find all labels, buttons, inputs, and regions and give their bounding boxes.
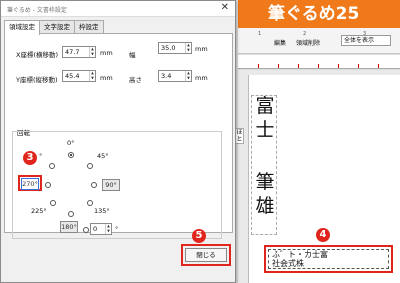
deg-225-label: 225° <box>31 207 47 215</box>
custom-angle-unit: ° <box>115 225 119 233</box>
y-coord-value: 45.4 <box>65 72 80 80</box>
y-coord-input[interactable]: 45.4 ▲ ▼ <box>62 70 96 82</box>
step-marker-5: 5 <box>192 229 206 243</box>
deg-45-label: 45° <box>97 152 109 160</box>
x-coord-value: 47.7 <box>65 48 80 56</box>
vertical-char: 士 <box>255 119 275 141</box>
close-icon[interactable]: ✕ <box>221 2 229 13</box>
custom-angle-input[interactable]: 0 ▲ ▼ <box>90 223 112 235</box>
deg-0-label: 0° <box>67 139 75 147</box>
toolbar-delete-area-button[interactable]: 領域削除 <box>296 38 320 47</box>
step-marker-3: 3 <box>23 151 37 165</box>
spin-arrows-icon[interactable]: ▲ ▼ <box>89 47 95 57</box>
height-label: 高さ <box>129 76 142 84</box>
tab-text-settings[interactable]: 文字設定 <box>39 20 75 34</box>
dialog-titlebar: 筆ぐるめ - 文書枠設定 ✕ <box>1 1 235 17</box>
x-coord-label: X座標(横移動) <box>16 51 59 59</box>
custom-angle-value: 0 <box>93 225 98 233</box>
radio-0-deg[interactable] <box>68 152 74 158</box>
height-unit: mm <box>195 74 208 82</box>
text-frame-content: ふ゛ト・カ士富 社会式株 <box>272 250 328 268</box>
ruler-tick <box>298 64 299 68</box>
step-marker-4: 4 <box>316 228 330 242</box>
x-coord-input[interactable]: 47.7 ▲ ▼ <box>62 46 96 58</box>
vertical-char: 筆 <box>255 171 275 193</box>
radio-custom-deg[interactable] <box>83 227 89 233</box>
text-frame-settings-dialog: 筆ぐるめ - 文書枠設定 ✕ 領域設定 文字設定 枠設定 X座標(横移動) 47… <box>0 0 236 283</box>
radio-270-deg[interactable] <box>45 182 51 188</box>
ruler-tick <box>338 64 339 68</box>
tab-frame-settings[interactable]: 枠設定 <box>74 20 104 34</box>
y-unit: mm <box>100 74 113 82</box>
view-select[interactable]: 全体を表示 <box>341 35 391 46</box>
ruler-tick <box>278 64 279 68</box>
dialog-tabs: 領域設定 文字設定 枠設定 <box>4 20 104 35</box>
app-brand: 筆ぐるめ25 <box>238 0 400 28</box>
height-value: 3.4 <box>161 72 172 80</box>
deg-135-label: 135° <box>94 207 110 215</box>
tab-area-settings[interactable]: 領域設定 <box>4 20 40 35</box>
text-line-1: ふ゛ト・カ士富 <box>272 250 328 259</box>
spin-arrows-icon[interactable]: ▲ ▼ <box>89 71 95 81</box>
spin-arrows-icon[interactable]: ▲ ▼ <box>185 43 191 53</box>
small-vertical-text[interactable]: ほ と <box>235 128 244 144</box>
x-unit: mm <box>100 49 113 57</box>
radio-90-deg[interactable] <box>91 182 97 188</box>
radio-180-deg[interactable] <box>68 211 74 217</box>
width-value: 35.0 <box>161 44 176 52</box>
spin-arrows-icon[interactable]: ▲ ▼ <box>185 71 191 81</box>
radio-225-deg[interactable] <box>50 200 56 206</box>
width-unit: mm <box>195 45 208 53</box>
ruler-tick <box>258 64 259 68</box>
radio-135-deg[interactable] <box>87 200 93 206</box>
dialog-title: 筆ぐるめ - 文書枠設定 <box>7 7 67 14</box>
width-label: 幅 <box>129 51 136 59</box>
ruler-tick <box>318 64 319 68</box>
close-button[interactable]: 閉じる <box>185 248 227 262</box>
spin-arrows-icon[interactable]: ▲ ▼ <box>105 224 111 234</box>
toolbar-number: 2 <box>303 31 307 37</box>
vertical-char: 雄 <box>255 195 275 217</box>
deg-180-box: 180° <box>60 221 78 233</box>
text-line-2: 社会式株 <box>272 259 304 268</box>
ruler-tick <box>378 64 379 68</box>
horizontal-ruler <box>238 55 400 69</box>
radio-45-deg[interactable] <box>87 163 93 169</box>
deg-315-label: ° <box>39 152 43 160</box>
toolbar-number: 1 <box>258 31 262 37</box>
vertical-char: 富 <box>255 95 275 117</box>
y-coord-label: Y座標(縦移動) <box>16 76 58 84</box>
deg-90-box: 90° <box>102 179 120 191</box>
radio-315-deg[interactable] <box>49 163 55 169</box>
deg-270-box[interactable]: 270° <box>21 178 39 190</box>
toolbar-edit-button[interactable]: 編集 <box>274 38 286 47</box>
height-input[interactable]: 3.4 ▲ ▼ <box>158 70 192 82</box>
ruler-tick <box>358 64 359 68</box>
width-input[interactable]: 35.0 ▲ ▼ <box>158 42 192 54</box>
app-toolbar: 1 2 3 編集 領域削除 全体を表示 <box>238 28 400 54</box>
horizontal-text-frame[interactable]: ふ゛ト・カ士富 社会式株 <box>264 245 393 273</box>
